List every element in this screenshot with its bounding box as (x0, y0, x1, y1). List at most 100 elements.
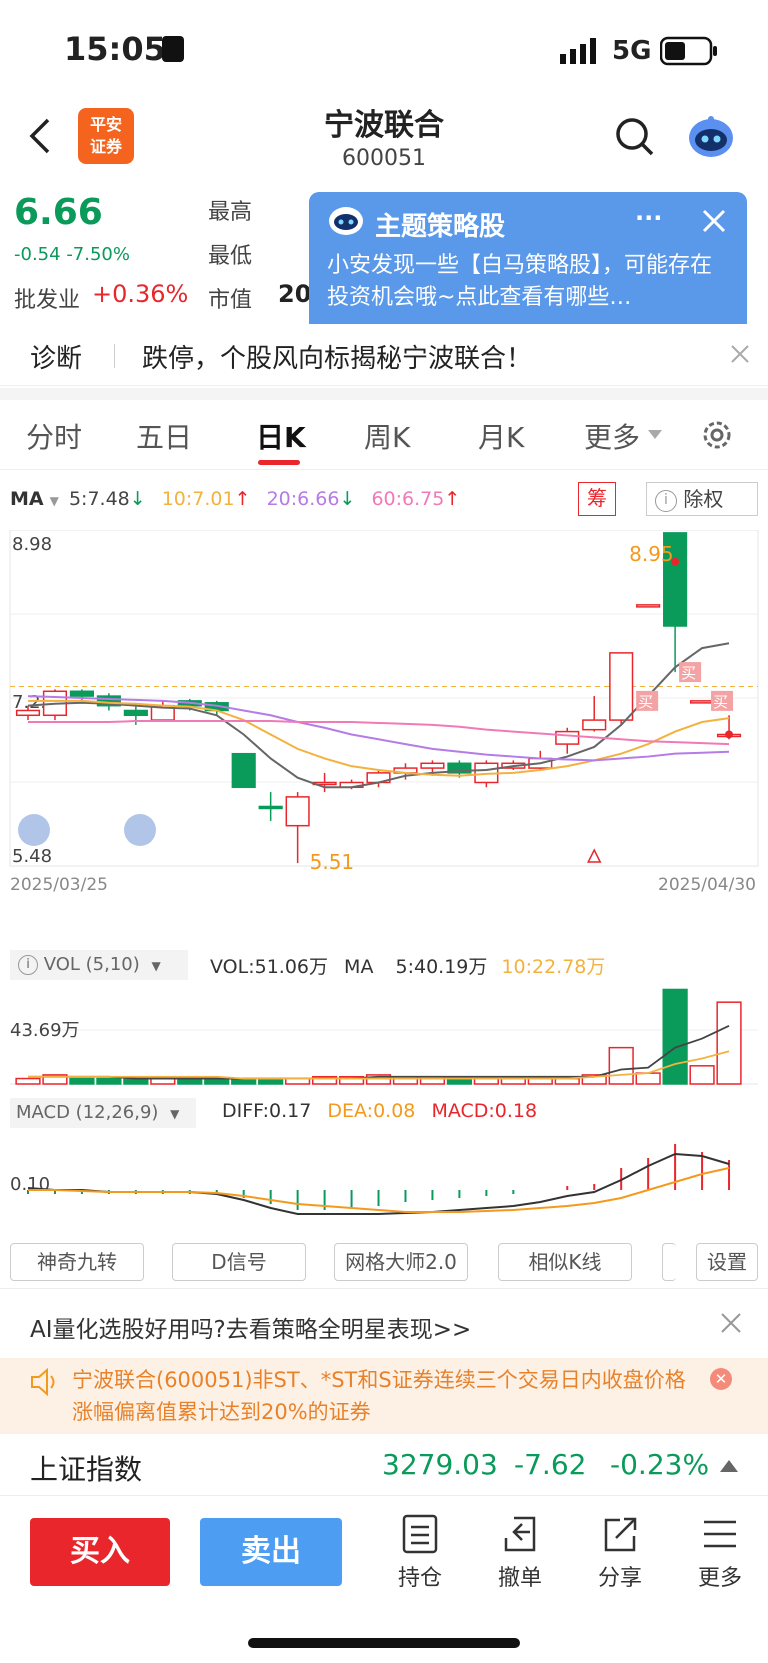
signal-icon (560, 38, 596, 64)
cancel-order-button[interactable]: 撤单 (490, 1514, 550, 1592)
volume-bar (608, 1046, 634, 1085)
sector-pct: +0.36% (92, 280, 189, 308)
share-button[interactable]: 分享 (590, 1514, 650, 1592)
volume-bar (689, 1065, 715, 1085)
popup-title: 主题策略股 (375, 212, 506, 242)
y-tick-label: 8.98 (12, 534, 52, 555)
ex-rights-button[interactable]: i 除权 (646, 482, 758, 516)
volume-bar (635, 1072, 661, 1085)
y-tick-label: 0.10 (10, 1174, 50, 1195)
x-tick-label: 2025/03/25 (10, 875, 108, 895)
sector-label: 批发业 (14, 288, 81, 313)
gear-icon[interactable] (700, 418, 734, 452)
popup-text: 小安发现一些【白马策略股】，可能存在投资机会哦~点此查看有哪些… (327, 253, 713, 310)
ma10-value: 10:7.01 (161, 488, 235, 510)
tab-more[interactable]: 更多 (584, 416, 640, 456)
high-annotation: 8.95 (629, 542, 674, 566)
low-label: 最低 (208, 244, 253, 269)
d-signal-button[interactable]: D信号 (172, 1243, 306, 1281)
close-icon[interactable] (701, 208, 727, 234)
candle (15, 709, 41, 717)
kline-chart[interactable]: 8.987.235.488.955.51买买 买2025/03/25 2025/04… (0, 530, 768, 920)
robot-assistant-icon[interactable] (686, 114, 736, 160)
risk-notice[interactable]: 宁波联合(600051)非ST、*ST和S证券连续三个交易日内收盘价格涨幅偏离值… (0, 1358, 768, 1434)
volume-bar (716, 1001, 742, 1085)
volume-chart: 43.69万 (10, 988, 758, 1085)
candle (231, 752, 256, 789)
index-row[interactable]: 上证指数 3279.03 -7.62 -0.23% (0, 1434, 768, 1496)
low-annotation: 5.51 (310, 850, 355, 874)
network-label: 5G (612, 36, 652, 66)
ma60-line (28, 720, 730, 746)
vol-values: VOL:51.06万 MA 5:40.19万 10:22.78万 (210, 956, 606, 978)
speaker-icon (31, 1368, 55, 1396)
tab-intraday[interactable]: 分时 (26, 416, 82, 456)
candle (555, 730, 580, 745)
event-marker (587, 848, 602, 863)
vol-legend[interactable]: i VOL (5,10) ▼ (10, 950, 188, 980)
nine-turn-button[interactable]: 神奇九转 (10, 1243, 144, 1281)
battery-icon (660, 36, 717, 66)
volume-bar (96, 1077, 122, 1085)
info-icon: i (18, 955, 38, 975)
holdings-button[interactable]: 持仓 (390, 1514, 450, 1592)
mktcap-value: 20 (278, 280, 312, 308)
robot-icon (329, 207, 363, 235)
ma20-value: 20:6.66 (266, 488, 340, 510)
macd-legend[interactable]: MACD (12,26,9) ▼ (10, 1098, 196, 1128)
y-tick-label: 43.69万 (10, 1020, 80, 1041)
index-pct: -0.23% (610, 1448, 710, 1481)
ad-banner[interactable]: AI量化选股好用吗?去看策略全明星表现>> (0, 1290, 768, 1358)
chip-button[interactable]: 筹 (578, 482, 616, 516)
strategy-popup[interactable]: 主题策略股 ··· 小安发现一些【白马策略股】，可能存在投资机会哦~点此查看有哪… (309, 192, 747, 334)
active-tab-indicator (258, 460, 300, 465)
chevron-up-icon[interactable] (720, 1460, 738, 1472)
buy-signal-label: 买 (681, 664, 696, 682)
candle (285, 796, 310, 827)
candle (582, 719, 607, 731)
high-label: 最高 (208, 200, 253, 225)
ma5-value: 5:7.48 (68, 488, 130, 510)
current-price: 6.66 (14, 192, 103, 233)
settings-button[interactable]: 设置 (696, 1243, 758, 1281)
tab-monthly-k[interactable]: 月K (478, 416, 524, 456)
close-icon[interactable]: ✕ (710, 1368, 732, 1390)
toolbar-extra-button[interactable] (662, 1243, 676, 1281)
diagnosis-row[interactable]: 诊断 跌停，个股风向标揭秘宁波联合！ (0, 324, 768, 386)
index-name: 上证指数 (30, 1453, 143, 1486)
tab-five-day[interactable]: 五日 (136, 416, 192, 456)
home-indicator (248, 1638, 520, 1648)
index-value: 3279.03 (382, 1448, 498, 1481)
grid-master-button[interactable]: 网格大师2.0 (334, 1243, 468, 1281)
popup-more-button[interactable]: ··· (635, 204, 662, 232)
volume-bar (662, 988, 688, 1085)
price-change: -0.54 -7.50% (14, 244, 130, 265)
y-tick-label: 5.48 (12, 846, 52, 867)
close-icon[interactable] (720, 1312, 742, 1334)
share-icon (604, 1517, 637, 1552)
sell-button[interactable]: 卖出 (200, 1518, 342, 1586)
menu-icon (704, 1520, 736, 1548)
price-marker (671, 557, 680, 566)
search-icon[interactable] (614, 116, 656, 158)
ad-text: AI量化选股好用吗?去看策略全明星表现>> (30, 1317, 472, 1343)
id-card-icon (162, 36, 184, 62)
tab-weekly-k[interactable]: 周K (364, 416, 410, 456)
buy-button[interactable]: 买入 (30, 1518, 170, 1586)
macd-values: DIFF:0.17 DEA:0.08 MACD:0.18 (222, 1100, 538, 1122)
price-marker (725, 730, 734, 739)
close-icon[interactable] (730, 344, 750, 364)
chevron-down-icon (648, 430, 662, 439)
candle (609, 652, 634, 721)
buy-signal-label: 买 (638, 693, 653, 711)
more-button[interactable]: 更多 (690, 1514, 750, 1592)
candle (258, 805, 283, 810)
similar-kline-button[interactable]: 相似K线 (498, 1243, 632, 1281)
notice-text: 宁波联合(600051)非ST、*ST和S证券连续三个交易日内收盘价格涨幅偏离值… (72, 1368, 686, 1424)
tab-daily-k[interactable]: 日K (256, 416, 306, 456)
x-tick-label: 2025/04/30 (658, 875, 756, 895)
fullscreen-icon (124, 814, 156, 846)
ma-legend[interactable]: MA ▼ 5:7.48↓ 10:7.01↑ 20:6.66↓ 60:6.75↑ (10, 488, 460, 510)
candle (123, 709, 148, 717)
ma60-value: 60:6.75 (371, 488, 445, 510)
